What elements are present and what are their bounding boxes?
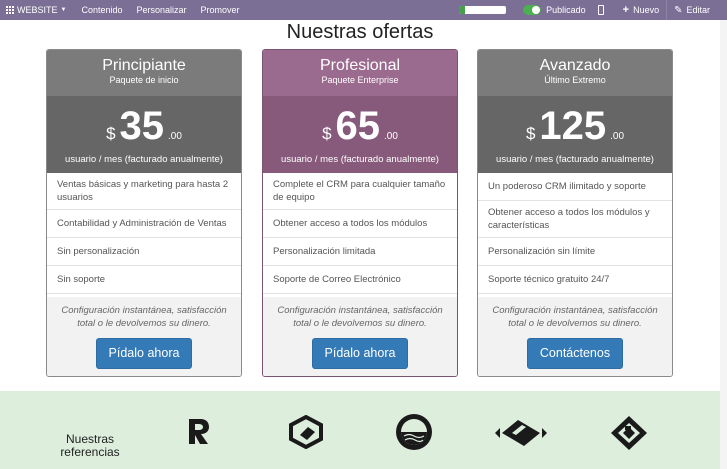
price-currency: $ [525, 124, 536, 143]
toggle-switch-icon [523, 5, 542, 15]
feature-list: Ventas básicas y marketing para hasta 2 … [47, 173, 241, 294]
price-currency: $ [322, 124, 332, 143]
feature-item: Personalización limitada [263, 238, 457, 266]
r-logo-icon [189, 419, 209, 444]
plan-price: $ 125 .00 usuario / mes (facturado anual… [478, 96, 672, 173]
menu-personalizar[interactable]: Personalizar [130, 0, 194, 20]
feature-item: Un poderoso CRM ilimitado y soporte [478, 173, 672, 201]
new-label: Nuevo [633, 5, 660, 15]
guarantee-note: Configuración instantánea, satisfacción … [277, 305, 443, 329]
feature-item: Soporte de Correo Electrónico [263, 266, 457, 294]
plan-price: $ 35 .00 usuario / mes (facturado anualm… [47, 96, 241, 173]
order-now-button[interactable]: Pídalo ahora [311, 338, 409, 369]
card-footer: Configuración instantánea, satisfacción … [263, 297, 457, 376]
caret-down-icon: ▼ [60, 7, 67, 13]
plan-name: Principiante [102, 57, 186, 74]
menu-promover[interactable]: Promover [194, 0, 247, 20]
order-now-button[interactable]: Pídalo ahora [95, 338, 193, 369]
price-period: usuario / mes (facturado anualmente) [496, 154, 654, 165]
edit-button[interactable]: ✎ Editar [667, 0, 727, 20]
website-menu[interactable]: WEBSITE ▼ [0, 0, 74, 20]
pricing-card-principiante: Principiante Paquete de inicio $ 35 .00 … [46, 49, 242, 377]
pencil-icon: ✎ [674, 4, 683, 16]
card-footer: Configuración instantánea, satisfacción … [47, 297, 241, 376]
feature-item: Personalización sin límite [478, 238, 672, 266]
price-amount: 35 [119, 104, 165, 148]
feature-list: Un poderoso CRM ilimitado y soporte Obte… [478, 173, 672, 294]
mobile-preview-icon[interactable] [597, 5, 604, 15]
plan-subtitle: Paquete Enterprise [321, 75, 399, 85]
price-amount: 65 [335, 104, 381, 148]
seo-progress-bar [459, 6, 507, 14]
diamond-arrows-logo-icon [495, 420, 547, 446]
price-decimals: .00 [168, 131, 182, 142]
plan-price: $ 65 .00 usuario / mes (facturado anualm… [263, 96, 457, 173]
references-section: Nuestras referencias [0, 391, 720, 469]
pricing-card-avanzado: Avanzado Último Extremo $ 125 .00 usuari… [477, 49, 673, 377]
website-label: WEBSITE [17, 5, 58, 15]
circle-wave-logo-icon [396, 414, 432, 450]
pricing-card-profesional: Profesional Paquete Enterprise $ 65 .00 … [262, 49, 458, 377]
feature-item: Complete el CRM para cualquier tamaño de… [263, 173, 457, 210]
card-header: Avanzado Último Extremo [478, 50, 672, 96]
price-period: usuario / mes (facturado anualmente) [65, 154, 223, 165]
feature-item: Soporte técnico gratuito 24/7 [478, 266, 672, 294]
hexagon-logo-icon [289, 415, 323, 449]
plan-subtitle: Último Extremo [544, 75, 606, 85]
feature-item: Obtener acceso a todos los módulos y car… [478, 201, 672, 238]
guarantee-note: Configuración instantánea, satisfacción … [61, 305, 227, 329]
plan-name: Profesional [319, 57, 401, 74]
page-content: Nuestras ofertas Principiante Paquete de… [0, 20, 720, 469]
plus-icon: + [622, 4, 630, 16]
admin-topbar: WEBSITE ▼ Contenido Personalizar Promove… [0, 0, 727, 20]
feature-item: Obtener acceso a todos los módulos [263, 210, 457, 238]
plan-subtitle: Paquete de inicio [109, 75, 179, 85]
feature-item: Sin soporte [47, 266, 241, 294]
guarantee-note: Configuración instantánea, satisfacción … [492, 305, 658, 329]
price-currency: $ [106, 124, 116, 143]
publish-toggle[interactable]: Publicado [523, 0, 586, 20]
new-button[interactable]: + Nuevo [616, 0, 666, 20]
plan-name: Avanzado [539, 57, 611, 74]
price-amount: 125 [539, 104, 607, 148]
menu-contenido[interactable]: Contenido [74, 0, 129, 20]
feature-item: Contabilidad y Administración de Ventas [47, 210, 241, 238]
published-label: Publicado [546, 5, 586, 15]
price-decimals: .00 [384, 131, 398, 142]
card-header: Profesional Paquete Enterprise [263, 50, 457, 96]
progress-fill [459, 6, 465, 14]
edit-label: Editar [686, 5, 710, 15]
contact-us-button[interactable]: Contáctenos [526, 338, 624, 369]
card-header: Principiante Paquete de inicio [47, 50, 241, 96]
feature-item: Sin personalización [47, 238, 241, 266]
apps-grid-icon [6, 6, 14, 14]
references-label: Nuestras referencias [60, 432, 120, 459]
diamond-square-logo-icon [611, 416, 647, 450]
price-decimals: .00 [610, 131, 625, 142]
feature-list: Complete el CRM para cualquier tamaño de… [263, 173, 457, 294]
scrollbar[interactable] [720, 20, 727, 469]
card-footer: Configuración instantánea, satisfacción … [478, 297, 672, 376]
price-period: usuario / mes (facturado anualmente) [281, 154, 439, 165]
feature-item: Ventas básicas y marketing para hasta 2 … [47, 173, 241, 210]
section-title: Nuestras ofertas [286, 21, 434, 43]
